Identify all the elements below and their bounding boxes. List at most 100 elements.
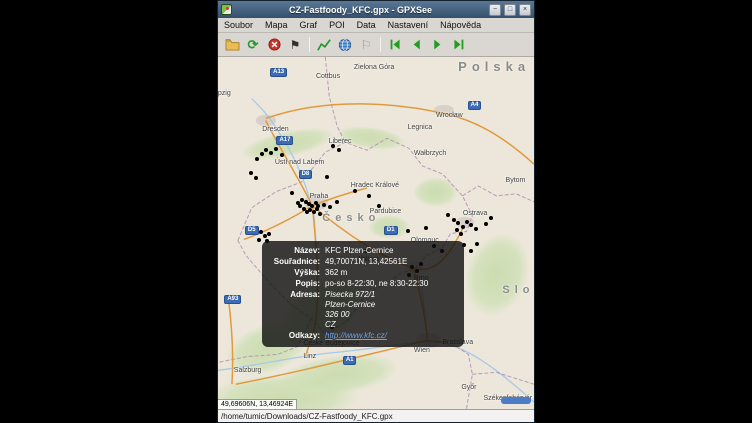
poi-dot[interactable] <box>315 207 319 211</box>
menu-napoveda[interactable]: Nápověda <box>434 19 487 31</box>
map-city-label: Ostrava <box>463 210 488 217</box>
globe-icon <box>338 38 352 52</box>
poi-dot[interactable] <box>290 191 294 195</box>
map-city-label: Dresden <box>262 126 288 133</box>
poi-dot[interactable] <box>328 205 332 209</box>
tooltip-link[interactable]: http://www.kfc.cz/ <box>325 331 387 341</box>
poi-dot[interactable] <box>259 230 263 234</box>
poi-dot[interactable] <box>260 152 264 156</box>
poi-dot[interactable] <box>377 204 381 208</box>
tooltip-value-elevation: 362 m <box>325 268 347 278</box>
map-city-label: Legnica <box>408 124 433 131</box>
map-city-label: Leipzig <box>218 90 231 97</box>
poi-dot[interactable] <box>298 204 302 208</box>
toolbar-separator <box>380 37 381 52</box>
close-file-button[interactable] <box>264 35 284 55</box>
tooltip-label: Adresa: <box>269 290 325 330</box>
poi-dot[interactable] <box>255 157 259 161</box>
poi-dot[interactable] <box>274 147 278 151</box>
reload-file-button[interactable]: ⟳ <box>243 35 263 55</box>
show-graph-button[interactable] <box>314 35 334 55</box>
app-icon <box>221 4 232 15</box>
poi-dot[interactable] <box>469 223 473 227</box>
poi-dot[interactable] <box>269 151 273 155</box>
poi-dot[interactable] <box>446 213 450 217</box>
tooltip-value-address: Pisecka 972/1 Plzen-Cernice 326 00 CZ <box>325 290 375 330</box>
tooltip-label: Název: <box>269 246 325 256</box>
minimize-button[interactable]: − <box>489 4 501 16</box>
poi-dot[interactable] <box>424 226 428 230</box>
titlebar[interactable]: CZ-Fastfoody_KFC.gpx - GPXSee − □ × <box>218 1 534 18</box>
map-city-label: Cottbus <box>316 73 340 80</box>
map-city-label: Linz <box>303 353 316 360</box>
map-city-label: Wrocław <box>436 112 463 119</box>
poi-dot[interactable] <box>335 200 339 204</box>
poi-dot[interactable] <box>465 220 469 224</box>
map-city-label: Salzburg <box>234 367 262 374</box>
poi-dot[interactable] <box>353 189 357 193</box>
tooltip-row: Název: KFC Plzen-Cernice <box>269 246 457 256</box>
road-shield: A93 <box>224 295 241 304</box>
tooltip-value-description: po-so 8-22:30, ne 8:30-22:30 <box>325 279 428 289</box>
map-city-label: Pardubice <box>370 208 402 215</box>
file-path-text: /home/tumic/Downloads/CZ-Fastfoody_KFC.g… <box>221 412 393 421</box>
map-city-label: Zielona Góra <box>354 64 394 71</box>
poi-dot[interactable] <box>302 207 306 211</box>
poi-dot[interactable] <box>254 176 258 180</box>
poi-dot[interactable] <box>280 153 284 157</box>
poi-dot[interactable] <box>484 222 488 226</box>
maximize-button[interactable]: □ <box>504 4 516 16</box>
road-shield: A1 <box>343 356 357 365</box>
borders-layer <box>218 57 534 409</box>
menu-poi[interactable]: POI <box>323 19 351 31</box>
poi-dot[interactable] <box>367 194 371 198</box>
poi-dot[interactable] <box>305 210 309 214</box>
poi-dot[interactable] <box>456 221 460 225</box>
menu-soubor[interactable]: Soubor <box>218 19 259 31</box>
map-city-label: Bytom <box>506 177 526 184</box>
poi-file-button[interactable]: ⚑ <box>285 35 305 55</box>
tooltip-label: Souřadnice: <box>269 257 325 267</box>
poi-dot[interactable] <box>452 218 456 222</box>
map-city-label: Praha <box>310 193 329 200</box>
poi-dot[interactable] <box>325 175 329 179</box>
show-map-button[interactable] <box>335 35 355 55</box>
poi-dot[interactable] <box>469 249 473 253</box>
menu-data[interactable]: Data <box>351 19 382 31</box>
folder-open-icon <box>225 38 240 51</box>
poi-dot[interactable] <box>264 148 268 152</box>
previous-track-button[interactable] <box>406 35 426 55</box>
poi-dot[interactable] <box>318 212 322 216</box>
poi-dot[interactable] <box>489 216 493 220</box>
map-country-label: Slovensko <box>502 284 534 296</box>
map-city-label: Hradec Králové <box>351 182 399 189</box>
menu-mapa[interactable]: Mapa <box>259 19 294 31</box>
poi-dot[interactable] <box>322 203 326 207</box>
menu-graf[interactable]: Graf <box>294 19 324 31</box>
map-country-label: Polska <box>458 59 530 74</box>
menu-nastaveni[interactable]: Nastavení <box>382 19 435 31</box>
tooltip-row: Odkazy: http://www.kfc.cz/ <box>269 331 457 341</box>
poi-dot[interactable] <box>296 201 300 205</box>
last-track-button[interactable] <box>448 35 468 55</box>
poi-dot[interactable] <box>455 228 459 232</box>
map-canvas[interactable]: PolskaČeskoSlovensko Zielona GóraCottbus… <box>218 57 534 409</box>
poi-dot[interactable] <box>461 225 465 229</box>
poi-dot[interactable] <box>337 148 341 152</box>
map-attribution-bar <box>501 397 531 404</box>
poi-dot[interactable] <box>257 238 261 242</box>
open-file-button[interactable] <box>222 35 242 55</box>
next-track-button[interactable] <box>427 35 447 55</box>
close-button[interactable]: × <box>519 4 531 16</box>
poi-dot[interactable] <box>406 229 410 233</box>
tooltip-row: Popis: po-so 8-22:30, ne 8:30-22:30 <box>269 279 457 289</box>
poi-dot[interactable] <box>459 232 463 236</box>
show-poi-button[interactable]: ⚐ <box>356 35 376 55</box>
tooltip-label: Výška: <box>269 268 325 278</box>
first-track-button[interactable] <box>385 35 405 55</box>
poi-dot[interactable] <box>474 227 478 231</box>
poi-dot[interactable] <box>267 232 271 236</box>
poi-dot[interactable] <box>331 144 335 148</box>
poi-dot[interactable] <box>475 242 479 246</box>
poi-dot[interactable] <box>249 171 253 175</box>
